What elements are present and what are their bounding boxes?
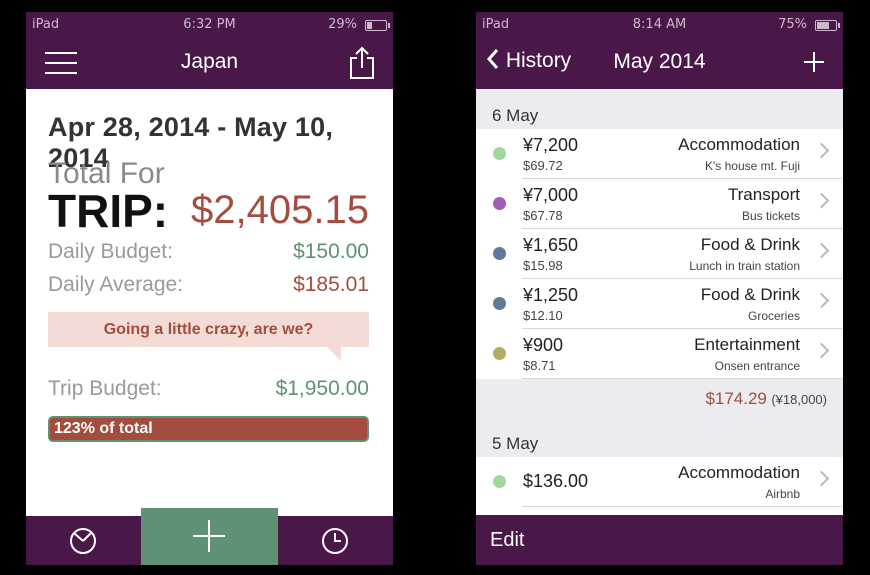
expense-category: Accommodation xyxy=(678,463,800,482)
trip-budget-value: $1,950.00 xyxy=(275,377,369,400)
navigation-bar: History May 2014 xyxy=(476,36,843,89)
expense-row[interactable]: ¥7,200 $69.72 Accommodation K's house mt. F… xyxy=(476,129,843,179)
category-color-dot xyxy=(493,347,506,360)
chevron-right-icon xyxy=(813,292,830,309)
battery-icon xyxy=(815,20,840,31)
expense-note: Groceries xyxy=(747,309,800,323)
category-color-dot xyxy=(493,197,506,210)
status-bar: iPad 8:14 AM 75% xyxy=(476,12,843,36)
expense-note: Onsen entrance xyxy=(714,359,800,373)
battery-percent: 29% xyxy=(328,17,357,32)
status-bar: iPad 6:32 PM 29% xyxy=(26,12,393,36)
amount-primary: $136.00 xyxy=(523,471,589,491)
amount-secondary: $67.78 xyxy=(523,208,563,223)
amount-secondary: $69.72 xyxy=(523,158,563,173)
section-date: 5 May xyxy=(492,434,539,453)
subtotal-yen: (¥18,000) xyxy=(771,392,827,407)
section-date: 6 May xyxy=(492,106,539,125)
daily-average-row: Daily Average: $185.01 xyxy=(48,273,369,297)
subtotal-amount: $174.29 xyxy=(705,389,767,408)
trip-budget-label: Trip Budget: xyxy=(48,377,162,400)
trip-total: $2,405.15 xyxy=(191,188,369,232)
daily-budget-label: Daily Budget: xyxy=(48,240,173,263)
daily-budget-row: Daily Budget: $150.00 xyxy=(48,240,369,264)
day-subtotal: $174.29 (¥18,000) xyxy=(476,379,843,417)
add-expense-button[interactable] xyxy=(141,508,278,565)
history-screen: iPad 8:14 AM 75% History May 2014 6 May ¥… xyxy=(476,12,843,565)
expense-category: Transport xyxy=(727,185,800,204)
expense-category: Entertainment xyxy=(694,335,800,354)
trip-summary-screen: iPad 6:32 PM 29% Japan Apr 28, 2014 - Ma… xyxy=(26,12,393,565)
trip-label: TRIP: xyxy=(48,185,169,237)
trip-title: Japan xyxy=(180,50,239,73)
trip-budget-row: Trip Budget: $1,950.00 xyxy=(48,377,369,401)
edit-button[interactable]: Edit xyxy=(490,529,524,552)
daily-budget-value: $150.00 xyxy=(293,240,369,263)
expense-note: K's house mt. Fuji xyxy=(705,159,800,173)
share-icon[interactable] xyxy=(349,46,375,80)
battery-icon xyxy=(365,20,390,31)
expense-category: Food & Drink xyxy=(700,285,800,304)
clock-icon[interactable] xyxy=(320,526,350,556)
expense-note: Lunch in train station xyxy=(689,259,800,273)
section-header: 5 May xyxy=(476,417,843,457)
chevron-right-icon xyxy=(813,342,830,359)
daily-average-value: $185.01 xyxy=(293,273,369,296)
expense-row[interactable]: ¥7,000 $67.78 Transport Bus tickets xyxy=(476,179,843,229)
month-title: May 2014 xyxy=(613,50,706,73)
spending-message: Going a little crazy, are we? xyxy=(48,312,369,361)
amount-primary: ¥900 xyxy=(523,335,564,355)
expense-category: Food & Drink xyxy=(700,235,800,254)
expense-note: Airbnb xyxy=(765,487,800,501)
chevron-right-icon xyxy=(813,142,830,159)
expense-row[interactable]: ¥1,650 $15.98 Food & Drink Lunch in train s… xyxy=(476,229,843,279)
navigation-bar: Japan xyxy=(26,36,393,89)
amount-primary: ¥1,250 xyxy=(523,285,579,305)
category-color-dot xyxy=(493,475,506,488)
chevron-right-icon xyxy=(813,470,830,487)
expense-row[interactable]: ¥1,250 $12.10 Food & Drink Groceries xyxy=(476,279,843,329)
section-header: 6 May xyxy=(476,89,843,129)
amount-primary: ¥7,200 xyxy=(523,135,579,155)
category-color-dot xyxy=(493,147,506,160)
amount-primary: ¥7,000 xyxy=(523,185,579,205)
amount-secondary: $15.98 xyxy=(523,258,563,273)
category-color-dot xyxy=(493,247,506,260)
expense-category: Accommodation xyxy=(678,135,800,154)
amount-secondary: $8.71 xyxy=(523,358,556,373)
chevron-right-icon xyxy=(813,192,830,209)
pie-chart-icon[interactable] xyxy=(68,526,98,556)
expense-note: Bus tickets xyxy=(741,209,800,223)
progress-label: 123% of total xyxy=(54,420,153,437)
amount-secondary: $12.10 xyxy=(523,308,563,323)
category-color-dot xyxy=(493,297,506,310)
expense-row[interactable]: ¥900 $8.71 Entertainment Onsen entrance xyxy=(476,329,843,379)
amount-primary: ¥1,650 xyxy=(523,235,579,255)
bottom-toolbar: Edit xyxy=(476,515,843,565)
daily-average-label: Daily Average: xyxy=(48,273,184,296)
chevron-right-icon xyxy=(813,242,830,259)
battery-percent: 75% xyxy=(778,17,807,32)
plus-icon[interactable] xyxy=(804,52,824,72)
expense-row[interactable]: $136.00 Accommodation Airbnb xyxy=(476,457,843,507)
budget-progress-bar: 123% of total xyxy=(48,416,369,442)
